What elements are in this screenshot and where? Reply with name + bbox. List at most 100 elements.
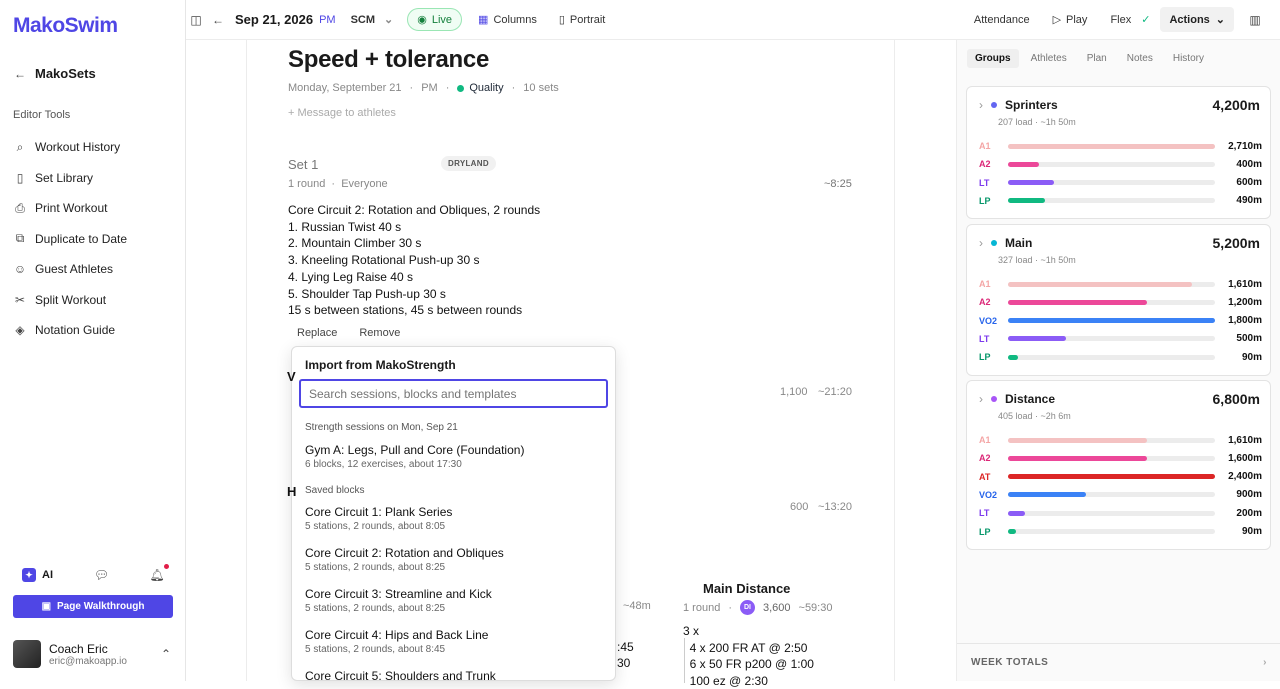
set-body[interactable]: Core Circuit 2: Rotation and Obliques, 2… <box>288 202 540 319</box>
set2-time: ~21:20 <box>818 386 852 398</box>
right-panel: Groups Athletes Plan Notes History › Spri… <box>956 40 1280 681</box>
actions-menu[interactable]: Actions ⌄ <box>1160 7 1234 32</box>
panel-toggle-icon[interactable]: ▥ <box>1248 13 1262 27</box>
attendance-button[interactable]: Attendance <box>974 14 1030 26</box>
search-input[interactable] <box>299 379 608 408</box>
list-item[interactable]: Core Circuit 1: Plank Series 5 stations, … <box>305 505 605 532</box>
page-walkthrough-button[interactable]: ▣ Page Walkthrough <box>13 595 173 618</box>
group-header[interactable]: › Main <box>979 236 1032 250</box>
bell-icon[interactable]: 🔔︎ <box>149 564 169 582</box>
arrow-left-icon[interactable]: ← <box>211 13 225 27</box>
course-label: SCM <box>350 13 376 26</box>
page-title[interactable]: Speed + tolerance <box>288 46 489 74</box>
zone-bar-row: VO2 900m <box>979 489 1262 501</box>
replace-button[interactable]: Replace <box>297 327 337 339</box>
chevron-right-icon[interactable]: › <box>979 98 983 112</box>
eye-icon: ◉ <box>417 14 427 26</box>
tab-notes[interactable]: Notes <box>1119 49 1161 68</box>
lower-set-fragment: 30 <box>617 656 631 670</box>
group-card[interactable]: › Main 5,200m 327 load · ~1h 50m A1 1,610m A2 1… <box>966 224 1271 376</box>
nav-print-workout[interactable]: ⎙ Print Workout <box>13 193 178 224</box>
list-item[interactable]: Gym A: Legs, Pull and Core (Foundation) 6… <box>305 443 605 470</box>
tab-groups[interactable]: Groups <box>967 49 1019 68</box>
date-label[interactable]: Sep 21, 2026 <box>235 12 313 27</box>
group-name: Distance <box>1005 392 1056 406</box>
tab-plan[interactable]: Plan <box>1079 49 1115 68</box>
play-icon: ▷ <box>1052 14 1062 26</box>
quality-badge[interactable]: Quality <box>457 82 504 94</box>
hidden-set-heading-fragment: V <box>287 369 296 384</box>
brand-logo[interactable]: MakoSwim <box>13 14 118 38</box>
list-item[interactable]: Core Circuit 4: Hips and Back Line 5 stat… <box>305 628 605 655</box>
set-who: Everyone <box>341 178 388 190</box>
remove-button[interactable]: Remove <box>359 327 400 339</box>
printer-icon: ⎙ <box>15 200 25 215</box>
tab-athletes[interactable]: Athletes <box>1023 49 1075 68</box>
group-header[interactable]: › Distance <box>979 392 1055 406</box>
section-label: Saved blocks <box>305 485 365 496</box>
back-to-makosets[interactable]: ← MakoSets <box>13 66 96 81</box>
walkthrough-label: Page Walkthrough <box>57 601 145 612</box>
nav-guest-athletes[interactable]: ☺ Guest Athletes <box>13 254 178 285</box>
zone-bar-row: LP 90m <box>979 526 1262 538</box>
week-totals-bar[interactable]: WEEK TOTALS › <box>957 643 1280 681</box>
live-toggle[interactable]: ◉ Live <box>407 8 463 31</box>
course-select[interactable]: SCM ⌄ <box>350 13 394 27</box>
columns-button[interactable]: ▦ Columns <box>478 13 537 27</box>
user-menu[interactable]: Coach Eric eric@makoapp.io ⌃ <box>13 640 173 668</box>
ai-logo-icon: ✦ <box>22 568 36 582</box>
zone-fill <box>1008 437 1147 443</box>
chevron-right-icon[interactable]: › <box>979 392 983 406</box>
arrow-left-icon: ← <box>14 66 26 81</box>
session-label[interactable]: PM <box>319 14 336 26</box>
portrait-button[interactable]: ▯ Portrait <box>559 13 606 27</box>
workout-date: Monday, September 21 <box>288 82 402 94</box>
tab-history[interactable]: History <box>1165 49 1212 68</box>
group-card[interactable]: › Sprinters 4,200m 207 load · ~1h 50m A1 2,71… <box>966 86 1271 220</box>
nav-set-library[interactable]: ▯ Set Library <box>13 163 178 194</box>
play-label: Play <box>1066 13 1088 26</box>
lower-set-fragment: :45 <box>617 640 634 654</box>
message-to-athletes[interactable]: + Message to athletes <box>288 107 396 119</box>
zone-label: LT <box>979 508 990 519</box>
zone-label: LP <box>979 352 991 363</box>
group-header[interactable]: › Sprinters <box>979 98 1058 112</box>
zone-fill <box>1008 198 1046 204</box>
list-item[interactable]: Core Circuit 2: Rotation and Obliques 5 s… <box>305 546 605 573</box>
rounds-label: 1 round <box>288 178 326 190</box>
columns-icon: ▦ <box>478 14 489 26</box>
play-button[interactable]: ▷ Play <box>1052 13 1088 27</box>
copy-icon: ⧉ <box>15 231 25 246</box>
chevron-right-icon[interactable]: › <box>979 236 983 250</box>
zone-track <box>1008 198 1215 204</box>
ai-button[interactable]: ✦ AI <box>22 568 53 582</box>
zone-track <box>1008 529 1215 534</box>
zone-bar-row: LP 490m <box>979 195 1262 207</box>
chevron-up-icon[interactable]: ⌃ <box>159 647 173 661</box>
group-card[interactable]: › Distance 6,800m 405 load · ~2h 6m A1 1,610m… <box>966 380 1271 550</box>
zone-value: 1,610m <box>1228 278 1262 290</box>
set-type-tag[interactable]: DRYLAND <box>441 156 496 171</box>
zone-value: 600m <box>1236 177 1262 189</box>
zone-label: A1 <box>979 435 991 445</box>
nav-split-workout[interactable]: ✂ Split Workout <box>13 285 178 316</box>
zone-fill <box>1008 510 1026 516</box>
chat-icon[interactable]: 💬︎ <box>94 568 109 582</box>
zone-fill <box>1008 299 1147 305</box>
zone-label: A1 <box>979 279 991 289</box>
list-item[interactable]: Core Circuit 3: Streamline and Kick 5 sta… <box>305 587 605 614</box>
zone-bar-row: LT 500m <box>979 333 1262 345</box>
nav-notation-guide[interactable]: ◈ Notation Guide <box>13 315 178 346</box>
separator: · <box>511 82 516 94</box>
list-item[interactable]: Core Circuit 5: Shoulders and Trunk <box>305 669 605 680</box>
sidebar-toggle-icon[interactable]: ◫ <box>189 13 203 27</box>
section-label: Strength sessions on Mon, Sep 21 <box>305 422 458 433</box>
item-desc: 5 stations, 2 rounds, about 8:25 <box>305 603 446 614</box>
nav-workout-history[interactable]: ⌕ Workout History <box>13 132 178 163</box>
nav-duplicate-to-date[interactable]: ⧉ Duplicate to Date <box>13 224 178 255</box>
zone-label: VO2 <box>979 489 998 500</box>
flex-button[interactable]: Flex <box>1110 14 1131 26</box>
zone-track <box>1008 455 1215 461</box>
sidebar-bottom: ✦ AI 💬︎ 🔔︎ ▣ Page Walkthrough <box>13 563 173 618</box>
main-distance-body[interactable]: 3 x 4 x 200 FR AT @ 2:50 6 x 50 FR p200 … <box>683 623 814 689</box>
